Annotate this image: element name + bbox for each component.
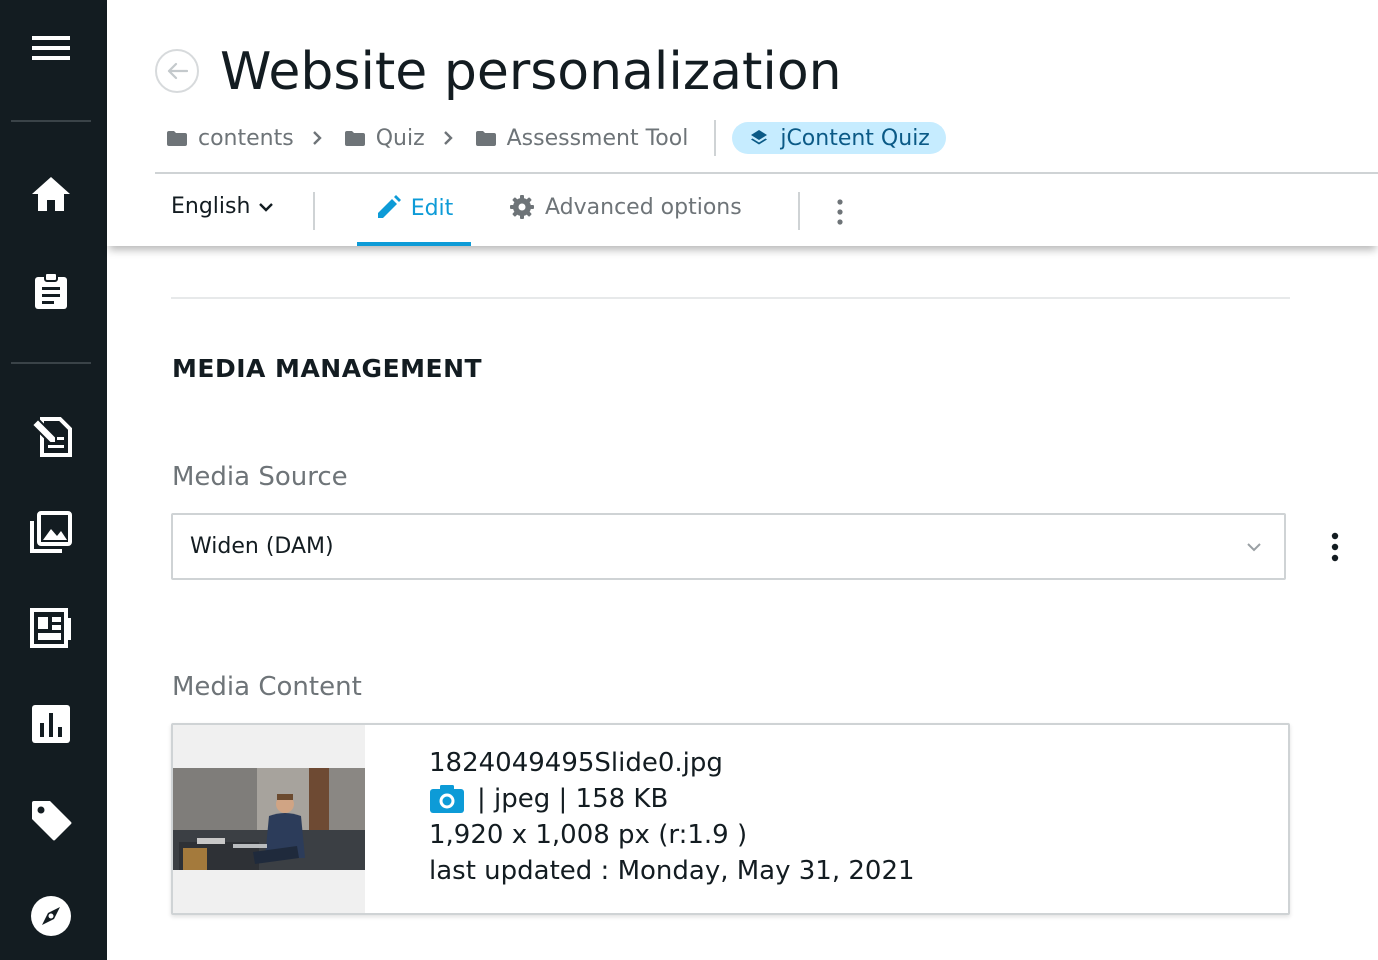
nav-divider [11, 362, 91, 364]
chevron-down-icon [259, 202, 274, 212]
breadcrumb-item-quiz[interactable]: Quiz [344, 126, 425, 151]
more-options-icon[interactable] [830, 198, 850, 226]
tab-edit[interactable]: Edit [357, 174, 471, 246]
language-selector[interactable]: English [171, 194, 274, 219]
layers-icon [751, 130, 768, 145]
media-source-select[interactable]: Widen (DAM) [171, 513, 1286, 580]
chip-label: jContent Quiz [780, 125, 930, 151]
page-header: Website personalization contents Quiz As… [107, 0, 1378, 246]
tag-icon[interactable] [27, 796, 75, 844]
language-label: English [171, 194, 251, 219]
content-type-chip[interactable]: jContent Quiz [732, 122, 946, 154]
media-source-label: Media Source [172, 462, 348, 492]
media-type-row: | jpeg | 158 KB [429, 781, 915, 817]
nav-divider [11, 120, 91, 122]
home-icon[interactable] [27, 170, 75, 218]
media-dimensions: 1,920 x 1,008 px (r:1.9 ) [429, 820, 748, 850]
media-last-updated: last updated : Monday, May 31, 2021 [429, 856, 915, 886]
tab-label: Edit [410, 195, 454, 221]
breadcrumb-label: Quiz [375, 125, 425, 151]
back-button[interactable] [155, 49, 199, 93]
chevron-down-icon [1247, 542, 1261, 551]
compass-icon[interactable] [27, 892, 75, 940]
clipboard-icon[interactable] [27, 267, 75, 315]
media-filename: 1824049495Slide0.jpg [429, 748, 723, 778]
breadcrumb-label: contents [198, 125, 294, 151]
gear-icon [510, 195, 534, 219]
folder-icon [475, 130, 496, 146]
toolbar-divider [798, 192, 800, 230]
toolbar-divider [313, 192, 315, 230]
chevron-right-icon [443, 130, 453, 146]
folder-icon [344, 130, 365, 146]
camera-icon [430, 785, 464, 813]
analytics-icon[interactable] [27, 700, 75, 748]
media-content-label: Media Content [172, 672, 362, 702]
menu-icon[interactable] [27, 24, 75, 72]
section-title: MEDIA MANAGEMENT [172, 354, 483, 383]
folder-icon [167, 130, 187, 146]
media-source-value: Widen (DAM) [190, 534, 334, 559]
media-info: 1824049495Slide0.jpg | jpeg | 158 KB 1,9… [429, 745, 915, 889]
media-library-icon[interactable] [27, 508, 75, 556]
breadcrumb-item-contents[interactable]: contents [166, 126, 294, 151]
breadcrumb: contents Quiz Assessment Tool jContent Q… [166, 118, 946, 158]
media-content-card[interactable]: 1824049495Slide0.jpg | jpeg | 158 KB 1,9… [171, 723, 1290, 915]
main-content: MEDIA MANAGEMENT Media Source Widen (DAM… [107, 246, 1378, 960]
dashboard-icon[interactable] [27, 604, 75, 652]
page-title: Website personalization [220, 42, 842, 102]
edit-page-icon[interactable] [27, 412, 75, 460]
chevron-right-icon [312, 130, 322, 146]
photo-thumbnail [173, 768, 365, 870]
field-options-icon[interactable] [1325, 532, 1345, 562]
media-type-size: | jpeg | 158 KB [477, 784, 669, 814]
tab-label: Advanced options [545, 194, 742, 220]
breadcrumb-divider [714, 120, 717, 156]
breadcrumb-item-assessment-tool[interactable]: Assessment Tool [475, 125, 689, 151]
side-navigation [0, 0, 107, 960]
tab-advanced-options[interactable]: Advanced options [509, 194, 742, 220]
arrow-left-icon [167, 62, 188, 80]
breadcrumb-label: Assessment Tool [506, 125, 689, 151]
pencil-icon [377, 195, 401, 218]
toolbar: English Edit Advanced options [155, 174, 1378, 246]
section-divider [171, 297, 1290, 299]
media-thumbnail [173, 725, 365, 913]
